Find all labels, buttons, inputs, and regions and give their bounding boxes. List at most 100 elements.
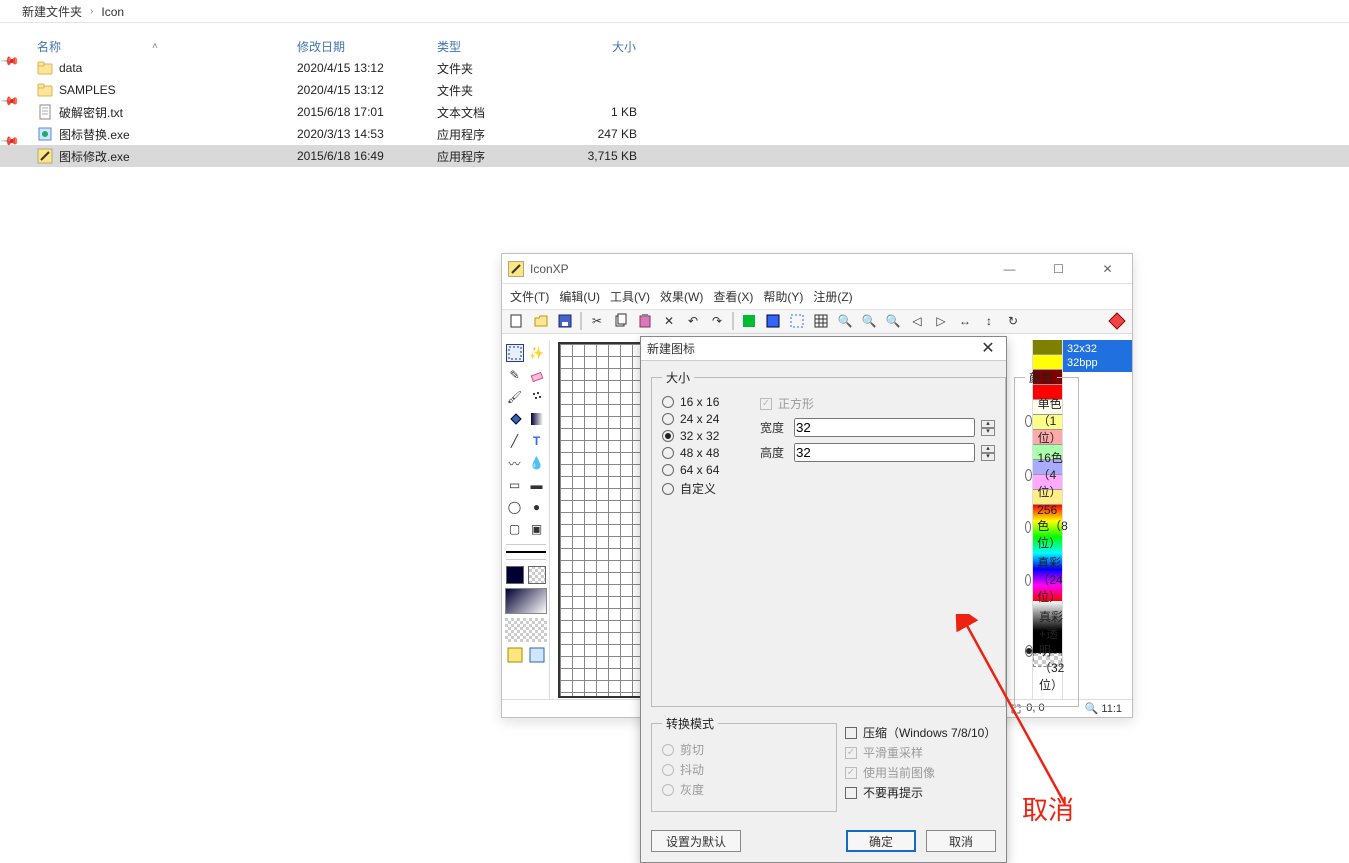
width-field[interactable]: [794, 418, 975, 437]
cur-format-icon[interactable]: [528, 646, 546, 664]
ico-format-icon[interactable]: [506, 646, 524, 664]
tool-panel: ✨ ✎ 🖌 ╱T 〰💧 ▭▬ ◯● ▢▣: [502, 340, 550, 699]
eraser-tool[interactable]: [528, 366, 546, 384]
convert-legend: 转换模式: [662, 715, 718, 732]
zoom-in-icon[interactable]: 🔍: [836, 312, 854, 330]
height-spinner[interactable]: ▴▾: [981, 445, 995, 461]
rect-tool[interactable]: ▭: [506, 476, 524, 494]
curve-tool[interactable]: 〰: [506, 454, 524, 472]
fg-color-icon[interactable]: [740, 312, 758, 330]
rotate-icon[interactable]: ↻: [1004, 312, 1022, 330]
file-row[interactable]: 图标替换.exe 2020/3/13 14:53 应用程序 247 KB: [0, 123, 1349, 145]
arrow-left-icon[interactable]: ◁: [908, 312, 926, 330]
delete-icon[interactable]: ✕: [660, 312, 678, 330]
grid-icon[interactable]: [812, 312, 830, 330]
menu-tools[interactable]: 工具(V): [610, 288, 650, 305]
size-24[interactable]: 24 x 24: [662, 412, 750, 426]
ok-button[interactable]: 确定: [846, 830, 916, 852]
file-row-selected[interactable]: 图标修改.exe 2015/6/18 16:49 应用程序 3,715 KB: [0, 145, 1349, 167]
size-16[interactable]: 16 x 16: [662, 395, 750, 409]
color-1bit[interactable]: 单色（1位）: [1025, 395, 1068, 446]
bg-color-icon[interactable]: [764, 312, 782, 330]
spray-tool[interactable]: [528, 388, 546, 406]
ellipse-tool[interactable]: ◯: [506, 498, 524, 516]
size-64[interactable]: 64 x 64: [662, 463, 750, 477]
format-item-selected[interactable]: 32x32 32bpp: [1063, 340, 1132, 372]
no-remind-checkbox[interactable]: 不要再提示: [845, 784, 996, 801]
roundrect-tool[interactable]: ▢: [506, 520, 524, 538]
select-all-icon[interactable]: [788, 312, 806, 330]
redo-icon[interactable]: ↷: [708, 312, 726, 330]
line-weight-preview[interactable]: [506, 551, 546, 553]
file-date: 2020/3/13 14:53: [297, 127, 437, 141]
width-spinner[interactable]: ▴▾: [981, 420, 995, 436]
breadcrumb-current[interactable]: Icon: [101, 5, 124, 19]
size-32[interactable]: 32 x 32: [662, 429, 750, 443]
bucket-tool[interactable]: [506, 410, 524, 428]
minimize-button[interactable]: —: [987, 255, 1032, 283]
new-icon[interactable]: [508, 312, 526, 330]
title-bar[interactable]: IconXP — ☐ ✕: [502, 254, 1132, 284]
menu-effects[interactable]: 效果(W): [660, 288, 703, 305]
breadcrumb[interactable]: 新建文件夹 › Icon: [22, 3, 124, 20]
col-type[interactable]: 类型: [437, 38, 557, 55]
menu-edit[interactable]: 编辑(U): [559, 288, 600, 305]
pencil-tool[interactable]: ✎: [506, 366, 524, 384]
dialog-titlebar[interactable]: 新建图标 ✕: [641, 337, 1006, 361]
roundrect-fill-tool[interactable]: ▣: [528, 520, 546, 538]
col-name[interactable]: 名称: [37, 38, 297, 55]
maximize-button[interactable]: ☐: [1036, 255, 1081, 283]
undo-icon[interactable]: ↶: [684, 312, 702, 330]
color-8bit[interactable]: 256色（8位）: [1025, 503, 1068, 551]
cut-icon[interactable]: ✂: [588, 312, 606, 330]
gradient-tool[interactable]: [528, 410, 546, 428]
color-24bit[interactable]: 真彩（24位）: [1025, 554, 1068, 605]
rect-fill-tool[interactable]: ▬: [528, 476, 546, 494]
convert-clip: 剪切: [662, 741, 826, 758]
compress-checkbox[interactable]: 压缩（Windows 7/8/10）: [845, 724, 996, 741]
zoom-out-icon[interactable]: 🔍: [860, 312, 878, 330]
menu-help[interactable]: 帮助(Y): [763, 288, 803, 305]
color-4bit[interactable]: 16色（4位）: [1025, 449, 1068, 500]
open-icon[interactable]: [532, 312, 550, 330]
file-row[interactable]: data 2020/4/15 13:12 文件夹: [0, 57, 1349, 79]
menu-view[interactable]: 查看(X): [713, 288, 753, 305]
col-date[interactable]: 修改日期: [297, 38, 437, 55]
arrow-right-icon[interactable]: ▷: [932, 312, 950, 330]
menu-file[interactable]: 文件(T): [510, 288, 549, 305]
use-current-checkbox: 使用当前图像: [845, 764, 996, 781]
size-48[interactable]: 48 x 48: [662, 446, 750, 460]
file-type: 应用程序: [437, 148, 557, 165]
file-row[interactable]: SAMPLES 2020/4/15 13:12 文件夹: [0, 79, 1349, 101]
menu-register[interactable]: 注册(Z): [813, 288, 852, 305]
close-button[interactable]: ✕: [1085, 255, 1130, 283]
file-type: 文本文档: [437, 104, 557, 121]
arrow-h-icon[interactable]: ↔: [956, 312, 974, 330]
menu-bar[interactable]: 文件(T) 编辑(U) 工具(V) 效果(W) 查看(X) 帮助(Y) 注册(Z…: [502, 284, 1132, 310]
line-tool[interactable]: ╱: [506, 432, 524, 450]
set-default-button[interactable]: 设置为默认: [651, 830, 741, 852]
height-field[interactable]: [794, 443, 975, 462]
ellipse-fill-tool[interactable]: ●: [528, 498, 546, 516]
color-32bit[interactable]: 真彩+透明（32位）: [1025, 608, 1068, 693]
size-custom[interactable]: 自定义: [662, 480, 750, 497]
zoom-fit-icon[interactable]: 🔍: [884, 312, 902, 330]
brush-tool[interactable]: 🖌: [506, 388, 524, 406]
copy-icon[interactable]: [612, 312, 630, 330]
gradient-preview[interactable]: [505, 588, 547, 614]
column-headers[interactable]: 名称 修改日期 类型 大小 ˄: [0, 35, 1349, 57]
arrow-v-icon[interactable]: ↕: [980, 312, 998, 330]
color-swatch[interactable]: [506, 566, 546, 584]
col-size[interactable]: 大小: [557, 38, 637, 55]
close-icon[interactable]: ✕: [976, 341, 1000, 357]
paste-icon[interactable]: [636, 312, 654, 330]
text-tool[interactable]: T: [528, 432, 546, 450]
save-icon[interactable]: [556, 312, 574, 330]
cancel-button[interactable]: 取消: [926, 830, 996, 852]
marquee-tool[interactable]: [506, 344, 524, 362]
wand-tool[interactable]: ✨: [528, 344, 546, 362]
file-row[interactable]: 破解密钥.txt 2015/6/18 17:01 文本文档 1 KB: [0, 101, 1349, 123]
help-icon[interactable]: [1108, 312, 1126, 330]
breadcrumb-parent[interactable]: 新建文件夹: [22, 3, 82, 20]
eyedropper-tool[interactable]: 💧: [528, 454, 546, 472]
